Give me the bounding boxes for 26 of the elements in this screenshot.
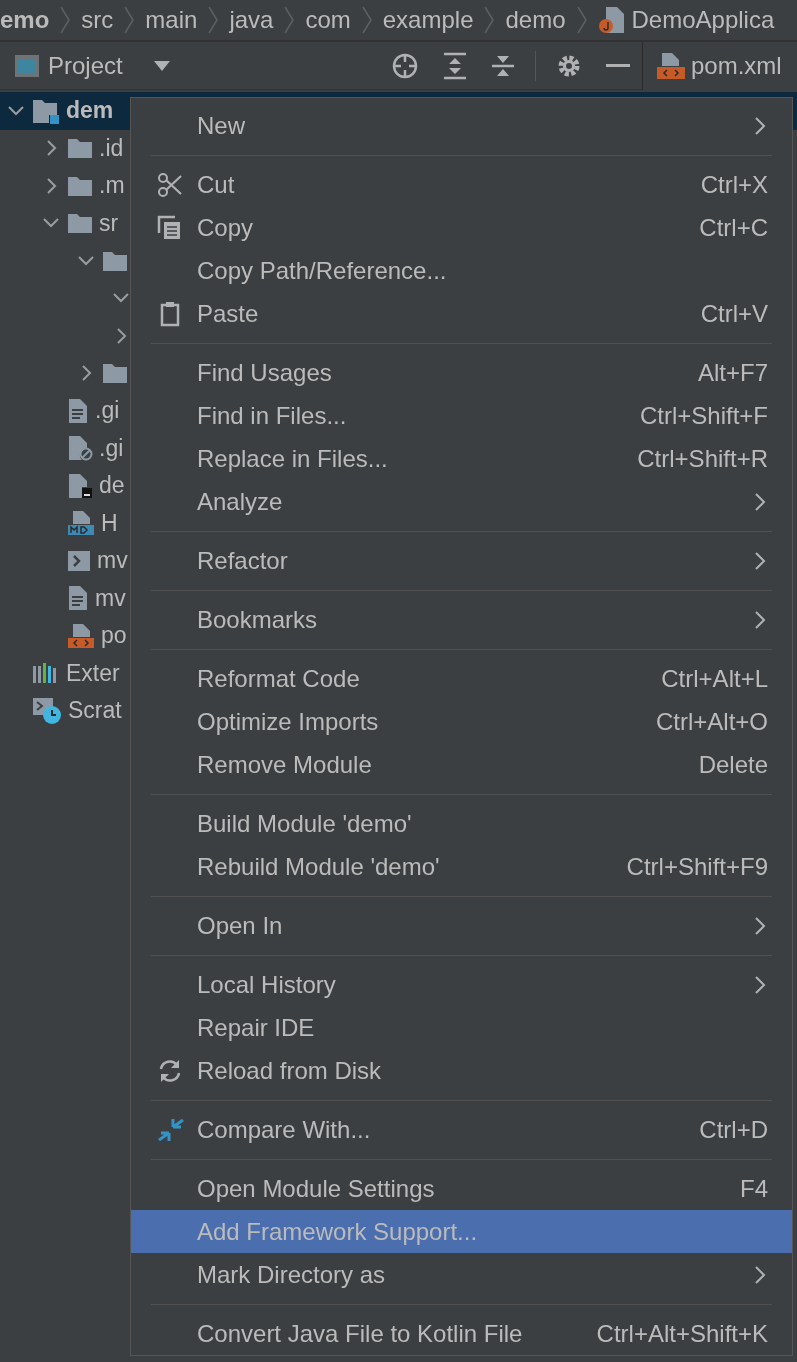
shortcut-text: Ctrl+V [700, 299, 768, 328]
shortcut-text: Ctrl+C [699, 213, 768, 242]
tree-label: sr [99, 209, 119, 237]
tree-label: po [101, 622, 127, 650]
shortcut-text: F4 [740, 1174, 768, 1203]
tree-label: .id [99, 134, 124, 162]
tree-label: Scrat [68, 697, 122, 725]
tree-label: de [99, 472, 125, 500]
shortcut-text: Ctrl+Shift+F [639, 401, 768, 430]
tree-label: dem [66, 97, 114, 125]
tree-label: Exter [66, 659, 120, 687]
shortcut-text: Ctrl+Alt+Shift+K [596, 1319, 768, 1348]
shortcut-text: Ctrl+Alt+O [655, 707, 768, 736]
tree-label: .gi [99, 434, 124, 462]
shortcut-text: Ctrl+Alt+L [661, 664, 768, 693]
tree-label: mv [95, 584, 126, 612]
shortcut-text: Delete [698, 750, 768, 779]
shortcut-text: Alt+F7 [697, 358, 768, 387]
tree-label: .m [99, 172, 125, 200]
tree-label: H [101, 509, 118, 537]
tree-label: mv [97, 547, 128, 575]
tree-label: .gi [95, 397, 120, 425]
shortcut-text: Ctrl+D [699, 1115, 768, 1144]
shortcut-text: Ctrl+Shift+R [637, 444, 768, 473]
shortcut-text: Ctrl+X [700, 170, 768, 199]
shortcut-text: Ctrl+Shift+F9 [626, 852, 768, 881]
